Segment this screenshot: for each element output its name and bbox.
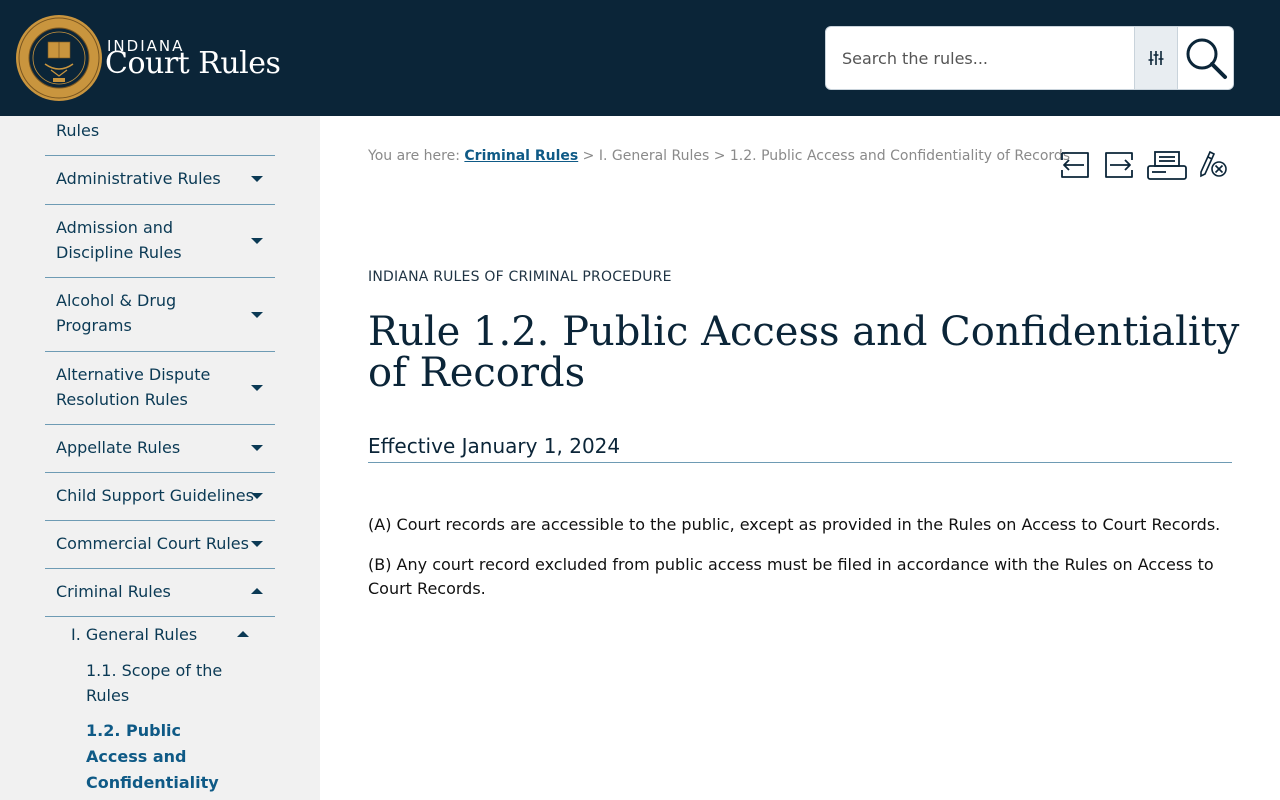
search-icon <box>1186 38 1227 79</box>
chevron-down-icon[interactable] <box>251 312 263 318</box>
breadcrumb: You are here: Criminal Rules > I. Genera… <box>368 148 1070 164</box>
breadcrumb-link-criminal-rules[interactable]: Criminal Rules <box>464 148 578 164</box>
chevron-down-icon[interactable] <box>251 238 263 244</box>
print-icon[interactable] <box>1146 148 1188 182</box>
rule-paragraph-b: (B) Any court record excluded from publi… <box>368 555 1214 598</box>
sidebar-item-label: Child Support Guidelines <box>56 486 254 505</box>
clear-highlights-icon[interactable] <box>1196 148 1230 182</box>
page-title: Rule 1.2. Public Access and Confidential… <box>368 309 1240 396</box>
sidebar-item-label: Criminal Rules <box>56 582 171 601</box>
sidebar-item-label: Appellate Rules <box>56 438 181 457</box>
search-button[interactable] <box>1178 27 1233 89</box>
sidebar-item-appellate[interactable]: Appellate Rules <box>45 425 275 473</box>
chevron-down-icon[interactable] <box>251 541 263 547</box>
sidebar-item-child-support[interactable]: Child Support Guidelines <box>45 473 275 521</box>
indiana-supreme-court-seal-logo[interactable] <box>15 14 103 102</box>
sidebar-subitem-public-access[interactable]: 1.2. Public Access and Confidentiality o… <box>86 718 236 800</box>
brand-title[interactable]: Court Rules <box>105 46 281 81</box>
sidebar-item-administrative-rules[interactable]: Administrative Rules <box>45 156 275 205</box>
site-header: INDIANA Court Rules <box>0 0 1280 116</box>
search-box <box>825 26 1234 90</box>
chevron-up-icon[interactable] <box>251 588 263 594</box>
sidebar-item-label: Alcohol & Drug Programs <box>56 291 177 335</box>
sidebar-item-criminal-rules[interactable]: Criminal Rules <box>45 569 275 617</box>
sidebar-item-label: Commercial Court Rules <box>56 534 249 553</box>
search-input[interactable] <box>826 27 1134 89</box>
sidebar-subitem-general-rules[interactable]: I. General Rules <box>71 622 261 647</box>
sidebar-item-label: Admission and Discipline Rules <box>56 218 182 262</box>
rule-collection-label: INDIANA RULES OF CRIMINAL PROCEDURE <box>368 269 672 285</box>
sidebar-item-adr[interactable]: Alternative Dispute Resolution Rules <box>45 352 275 425</box>
sidebar-item-label: Alternative Dispute Resolution Rules <box>56 365 211 409</box>
sliders-icon <box>1148 51 1164 65</box>
sidebar-item-alcohol-drug[interactable]: Alcohol & Drug Programs <box>45 278 275 352</box>
sidebar-item-admission-discipline[interactable]: Admission and Discipline Rules <box>45 205 275 278</box>
chevron-down-icon[interactable] <box>251 385 263 391</box>
breadcrumb-trail: > I. General Rules > 1.2. Public Access … <box>582 148 1071 164</box>
previous-rule-icon[interactable] <box>1058 148 1092 182</box>
sidebar-nav: Rules Administrative Rules Admission and… <box>0 116 320 800</box>
sidebar-subitem-label: I. General Rules <box>71 625 198 644</box>
chevron-down-icon[interactable] <box>251 493 263 499</box>
sidebar-item-rules[interactable]: Rules <box>45 116 275 156</box>
chevron-down-icon[interactable] <box>251 176 263 182</box>
breadcrumb-prefix: You are here: <box>368 148 460 164</box>
sidebar-item-label: Administrative Rules <box>56 169 221 188</box>
next-rule-icon[interactable] <box>1102 148 1136 182</box>
sidebar-item-commercial-court[interactable]: Commercial Court Rules <box>45 521 275 569</box>
effective-date: Effective January 1, 2024 <box>368 434 1232 463</box>
chevron-down-icon[interactable] <box>251 445 263 451</box>
chevron-up-icon[interactable] <box>237 631 249 637</box>
rule-paragraph-a: (A) Court records are accessible to the … <box>368 515 1221 534</box>
sidebar-subitem-scope-of-rules[interactable]: 1.1. Scope of the Rules <box>86 658 236 708</box>
search-filter-button[interactable] <box>1134 27 1178 89</box>
sidebar-item-label: Rules <box>56 121 100 140</box>
